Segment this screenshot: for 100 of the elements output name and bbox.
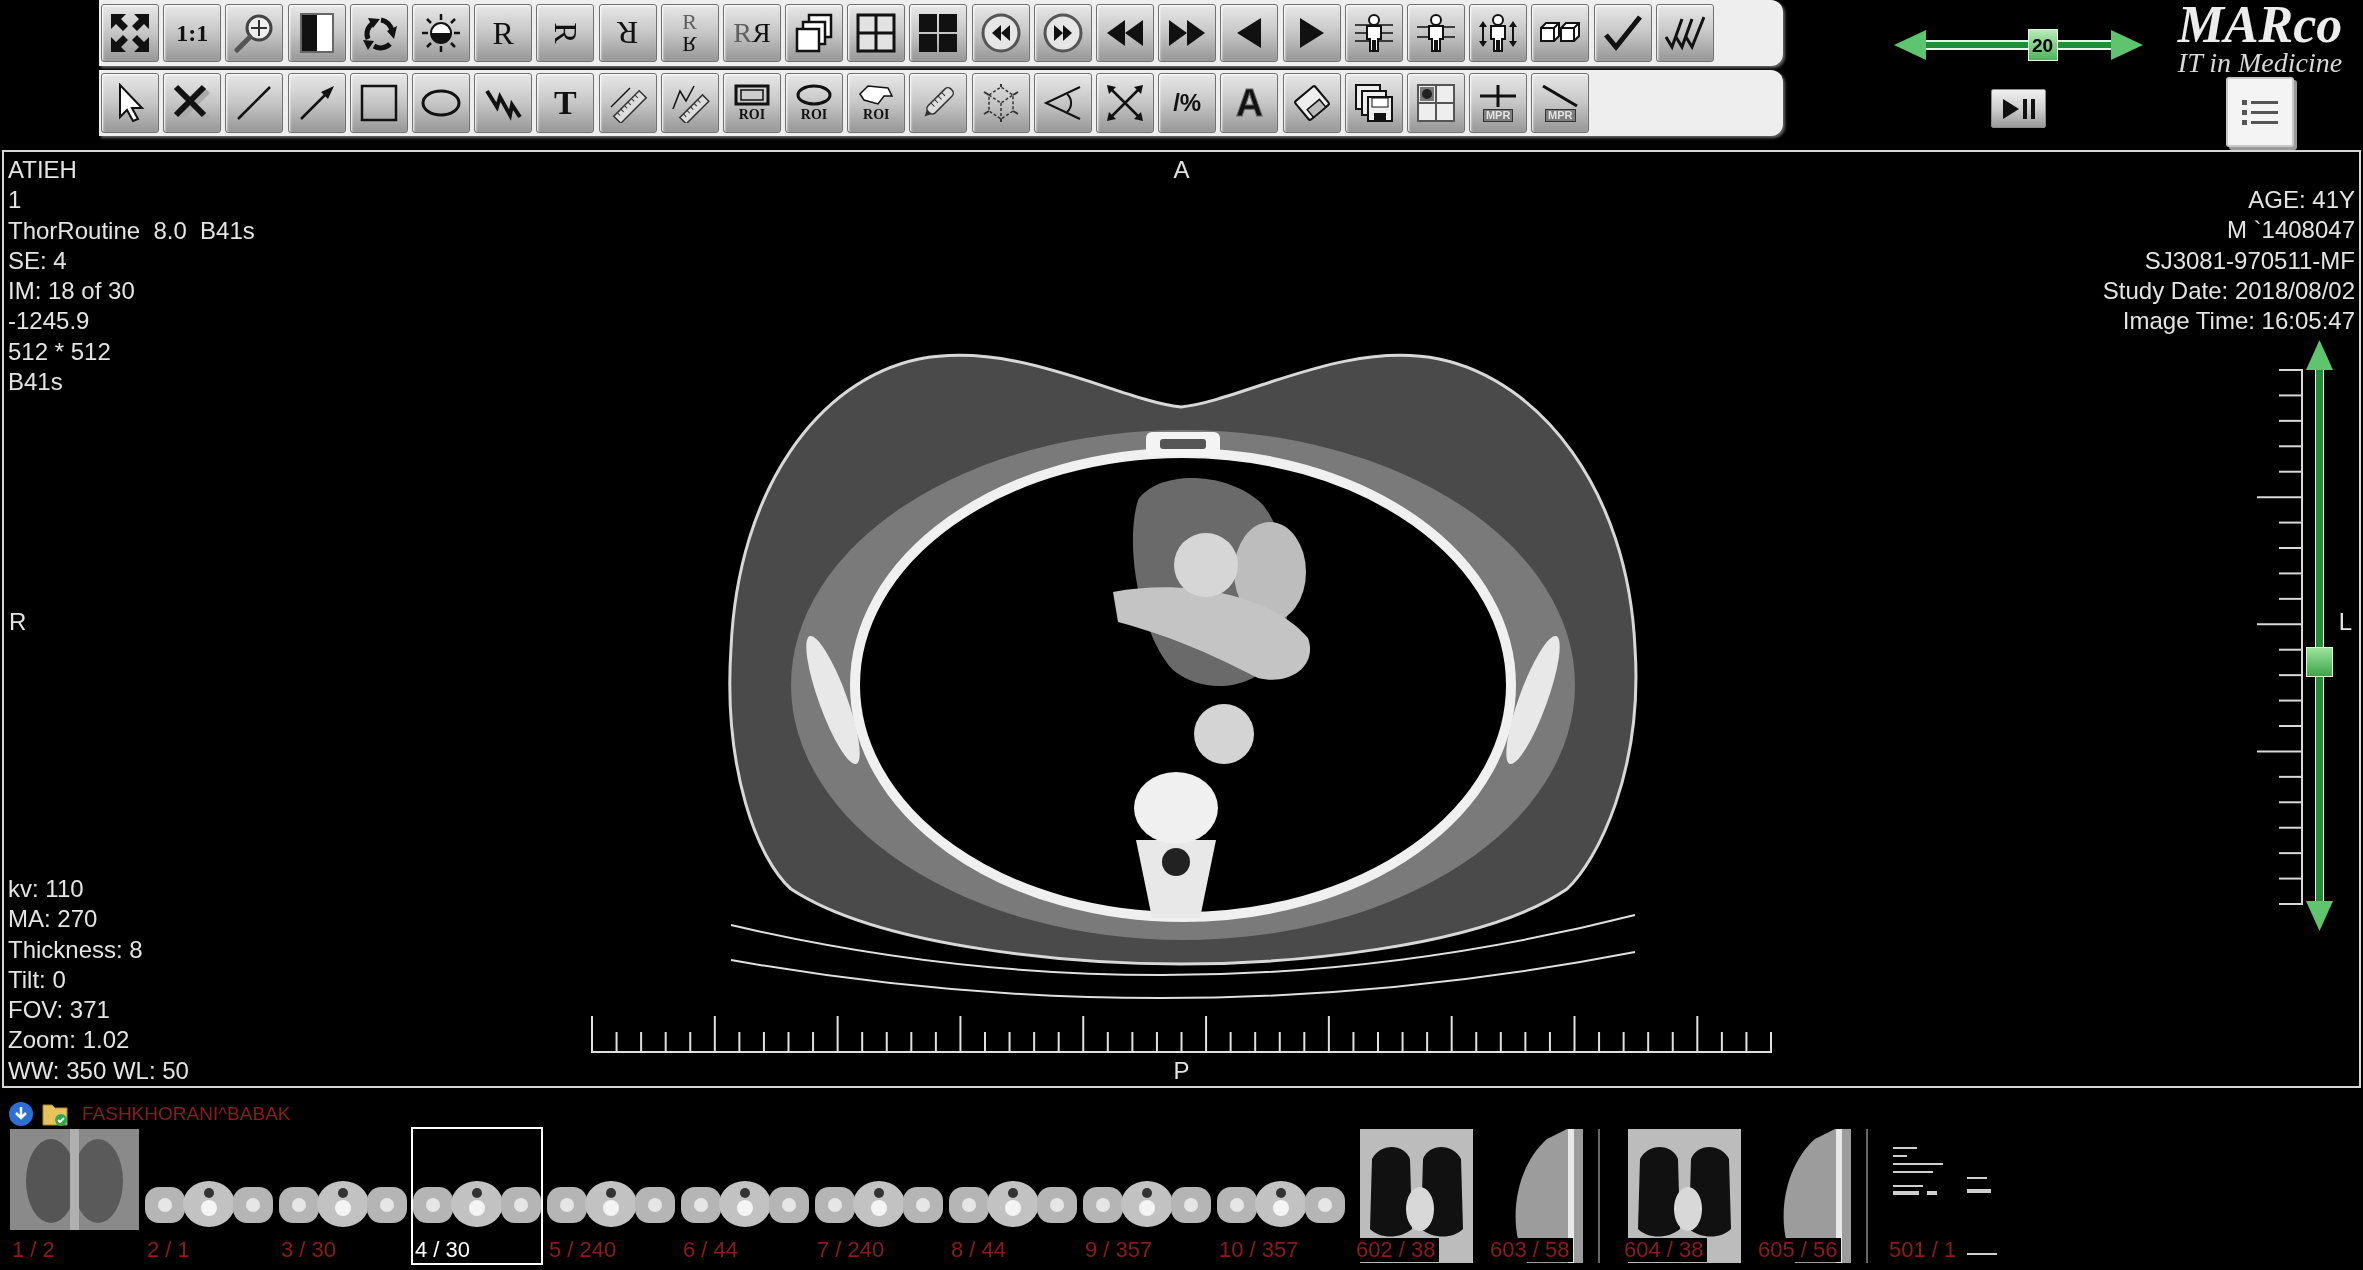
series-thumbnail[interactable]: 6 / 44 [679,1127,811,1265]
pointer-button[interactable] [101,73,159,133]
ellipse-button[interactable] [411,73,470,133]
ratio-button[interactable]: /% [1158,73,1217,133]
series-thumbnail[interactable]: 2 / 1 [143,1127,275,1265]
series-thumbnail[interactable]: 501 / 1 [1885,1127,2017,1265]
overlay-text: FOV: 371 [8,995,110,1026]
series-thumbnail[interactable]: 605 / 56 [1751,1127,1883,1265]
tile-layout-button[interactable] [909,4,968,62]
series-thumbnail[interactable]: 3 / 30 [277,1127,409,1265]
overlay-text: SE: 4 [8,245,67,276]
fast-rewind-button[interactable] [971,4,1030,62]
reset-button[interactable] [349,4,408,62]
folder-check-icon[interactable] [42,1101,68,1127]
zigzag-ruler-icon [669,83,710,123]
slider-thumb[interactable]: 20 [2027,29,2058,61]
series-stack-button[interactable] [785,4,844,62]
cube-button[interactable] [971,73,1030,133]
overlay-text: Thickness: 8 [8,934,143,965]
series-thumbnail[interactable]: 8 / 44 [947,1127,1079,1265]
overlay-text: B41s [8,367,63,398]
overlay-text: SJ3081-970511-MF [2144,245,2355,276]
fast-forward-icon [1042,13,1083,53]
fast-forward-button[interactable] [1033,4,1092,62]
roi-polygon-button[interactable]: ROI [847,73,906,133]
orientation-button[interactable]: R [474,4,533,62]
series-thumbnail[interactable]: 602 / 38 [1349,1127,1481,1265]
pen-button[interactable] [909,73,968,133]
overlay-text: -1245.9 [8,306,90,337]
overlay-text: 512 * 512 [8,336,111,367]
series-thumbnail[interactable]: 5 / 240 [545,1127,677,1265]
freehand-button[interactable] [474,73,533,133]
menu-button[interactable] [2226,77,2294,147]
body-button[interactable] [1406,4,1465,62]
series-thumbnail[interactable]: 9 / 357 [1081,1127,1213,1265]
actual-size-button[interactable]: 1:1 [163,4,222,62]
cross-button[interactable] [1096,73,1154,133]
play-pause-button[interactable] [1991,89,2046,128]
person-lines-icon [1353,13,1394,53]
save-all-button[interactable] [1344,73,1403,133]
checkmark-icon [1602,13,1643,53]
last-image-button[interactable] [1158,4,1217,62]
text-button[interactable]: T [536,73,595,133]
roi-rectangle-button[interactable]: ROI [722,73,781,133]
check-all-button[interactable] [1655,4,1714,62]
next-image-button[interactable] [1282,4,1341,62]
series-thumbnail[interactable]: 4 / 30 [411,1127,543,1265]
magnifier-button[interactable] [225,4,284,62]
rotate-button[interactable]: R [536,4,595,62]
overlay-text: ThorRoutine 8.0 B41s [8,215,255,246]
up-arrow-icon[interactable] [2306,340,2333,370]
mpr-button[interactable]: MPR [1469,73,1528,133]
font-button[interactable]: A [1220,73,1279,133]
first-image-button[interactable] [1096,4,1154,62]
overlay-text: Image Time: 16:05:47 [2122,306,2355,337]
speed-slider[interactable]: 20 [1926,29,2111,61]
polyline-ruler-button[interactable] [660,73,719,133]
brightness-button[interactable] [411,4,470,62]
orientation-label: A [1173,155,1190,185]
down-arrow-icon[interactable] [2306,901,2333,931]
delete-button[interactable] [163,73,222,133]
compare-button[interactable] [1531,4,1590,62]
line-button[interactable] [225,73,284,133]
roi-ellipse-button[interactable]: ROI [785,73,844,133]
overlay-text: 1 [8,185,22,216]
logo-tagline: IT in Medicine [2177,50,2343,76]
grid-picture-icon [1415,83,1456,123]
logo-wordmark: MARco [2177,0,2343,50]
rotate-180-button[interactable]: R [598,4,657,62]
grid-icon [856,13,897,53]
previous-image-button[interactable] [1220,4,1279,62]
series-thumbnail[interactable]: 10 / 357 [1215,1127,1347,1265]
check-button[interactable] [1593,4,1652,62]
grid-layout-button[interactable] [847,4,906,62]
series-thumbnail[interactable]: 1 / 2 [8,1127,141,1265]
ruler-button[interactable] [598,73,657,133]
oblique-mpr-button[interactable]: MPR [1531,73,1590,133]
slider-thumb[interactable] [2306,647,2333,678]
rectangle-button[interactable] [349,73,408,133]
body-lines-button[interactable] [1344,4,1403,62]
series-thumbnail[interactable]: 604 / 38 [1617,1127,1749,1265]
right-arrow-icon[interactable] [2111,29,2143,61]
eraser-button[interactable] [1282,73,1341,133]
angle-button[interactable] [1033,73,1092,133]
body-arrows-button[interactable] [1469,4,1528,62]
rectangle-icon [733,84,770,106]
overlay-text: IM: 18 of 30 [8,276,135,307]
left-arrow-icon[interactable] [1894,29,1926,61]
play-pause-icon [2000,96,2037,121]
series-thumbnail[interactable]: 7 / 240 [813,1127,945,1265]
slice-slider[interactable] [2306,370,2333,901]
flip-horizontal-button[interactable]: RR [722,4,781,62]
fit-to-screen-button[interactable] [101,4,159,62]
overlay-text: ATIEH [8,155,77,185]
arrow-button[interactable] [287,73,346,133]
invert-button[interactable] [287,4,346,62]
series-thumbnail[interactable]: 603 / 58 [1483,1127,1615,1265]
download-icon[interactable] [9,1102,33,1126]
layout-button[interactable] [1406,73,1465,133]
flip-vertical-button[interactable]: R R [660,4,719,62]
